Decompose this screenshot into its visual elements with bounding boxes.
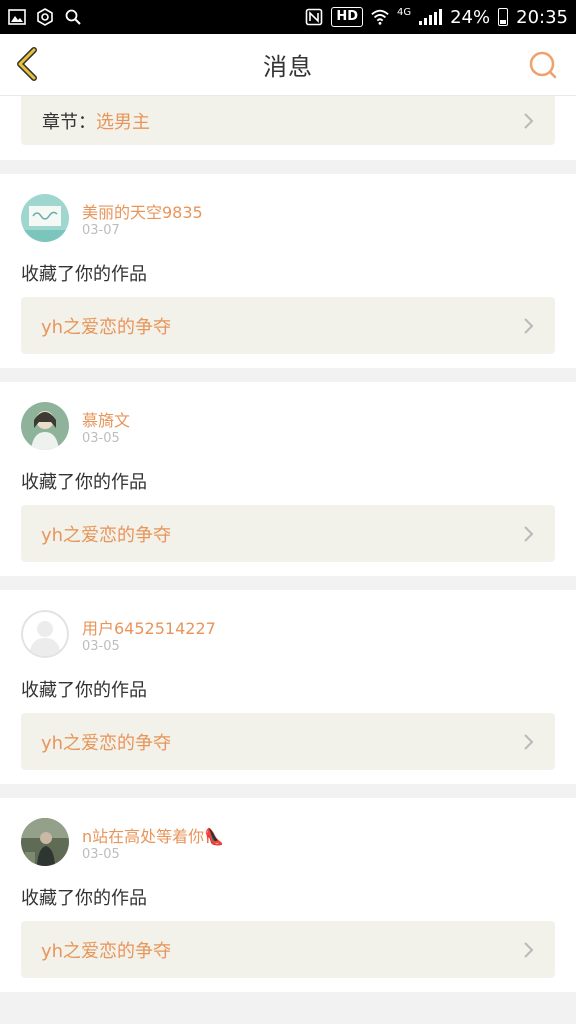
nfc-icon — [306, 8, 323, 26]
action-text: 收藏了你的作品 — [21, 472, 147, 493]
username[interactable]: 慕旖文 — [82, 407, 130, 431]
avatar[interactable] — [21, 194, 69, 242]
work-title: yh之爱恋的争夺 — [41, 732, 172, 754]
work-title: yh之爱恋的争夺 — [41, 524, 172, 546]
whiteboard-avatar-icon — [21, 194, 69, 242]
avatar[interactable] — [21, 818, 69, 866]
work-link[interactable]: yh之爱恋的争夺 — [21, 505, 555, 562]
wifi-icon — [371, 9, 389, 25]
gallery-icon — [8, 9, 26, 25]
action-text: 收藏了你的作品 — [21, 264, 147, 285]
work-title: yh之爱恋的争夺 — [41, 940, 172, 962]
system-icons: HD 4G 24% 20:35 — [305, 7, 568, 28]
work-title: yh之爱恋的争夺 — [41, 316, 172, 338]
date: 03-05 — [82, 847, 120, 862]
date: 03-05 — [82, 431, 120, 446]
chevron-right-icon — [524, 112, 534, 129]
default-avatar-icon — [21, 610, 69, 658]
work-link[interactable]: yh之爱恋的争夺 — [21, 713, 555, 770]
chapter-prefix: 章节： — [42, 111, 96, 133]
battery-icon — [498, 8, 509, 26]
list-item: 章节： 选男主 — [0, 96, 576, 160]
photo-avatar-icon — [21, 818, 69, 866]
list-item: 美丽的天空9835 03-07 收藏了你的作品 yh之爱恋的争夺 — [0, 174, 576, 368]
chevron-right-icon — [524, 525, 534, 542]
action-text: 收藏了你的作品 — [21, 888, 147, 909]
search-notification-icon — [65, 9, 81, 25]
avatar[interactable] — [21, 610, 69, 658]
settings-icon — [37, 8, 53, 26]
chevron-right-icon — [524, 317, 534, 334]
list-item: 慕旖文 03-05 收藏了你的作品 yh之爱恋的争夺 — [0, 382, 576, 576]
hd-badge: HD — [331, 7, 363, 27]
date: 03-07 — [82, 223, 120, 238]
action-text: 收藏了你的作品 — [21, 680, 147, 701]
work-link[interactable]: yh之爱恋的争夺 — [21, 921, 555, 978]
chevron-right-icon — [524, 941, 534, 958]
search-icon[interactable] — [528, 50, 558, 80]
username[interactable]: n站在高处等着你👠 — [82, 823, 224, 847]
signal-icon — [419, 9, 443, 25]
status-bar: HD 4G 24% 20:35 — [0, 0, 576, 34]
girl-avatar-icon — [21, 402, 69, 450]
work-link[interactable]: yh之爱恋的争夺 — [21, 297, 555, 354]
top-nav-bar: 消息 — [0, 34, 576, 96]
battery-percent: 24% — [450, 6, 491, 28]
chapter-title: 选男主 — [96, 111, 150, 133]
username[interactable]: 美丽的天空9835 — [82, 199, 203, 223]
network-type: 4G — [396, 6, 412, 18]
date: 03-05 — [82, 639, 120, 654]
message-list: 章节： 选男主 美丽的天空9835 03-07 收藏了你的作品 yh之爱恋的争夺 — [0, 96, 576, 1006]
avatar[interactable] — [21, 402, 69, 450]
list-item: 用户6452514227 03-05 收藏了你的作品 yh之爱恋的争夺 — [0, 590, 576, 784]
username[interactable]: 用户6452514227 — [82, 615, 216, 639]
chevron-right-icon — [524, 733, 534, 750]
notification-icons — [8, 8, 82, 26]
clock: 20:35 — [516, 6, 568, 28]
chapter-link[interactable]: 章节： 选男主 — [21, 96, 555, 145]
back-arrow-icon[interactable] — [10, 45, 46, 83]
page-title: 消息 — [263, 53, 313, 81]
list-item: n站在高处等着你👠 03-05 收藏了你的作品 yh之爱恋的争夺 — [0, 798, 576, 992]
